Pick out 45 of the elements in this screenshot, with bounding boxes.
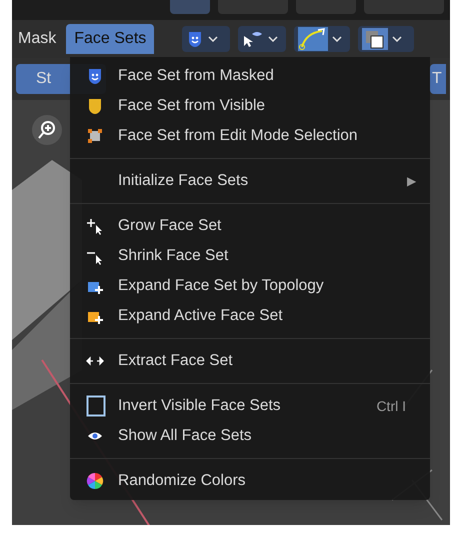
menu-item[interactable]: Randomize Colors [70,466,430,496]
chevron-icon [268,36,278,42]
menu-item-label: Shrink Face Set [118,246,228,266]
curve-icon [298,27,328,51]
menu-item[interactable]: Grow Face Set [70,211,430,241]
menu-item-label: Expand Active Face Set [118,306,283,326]
menu-item[interactable]: Expand Active Face Set [70,301,430,331]
cursor-eye-icon [242,30,264,48]
shortcut-label: Ctrl I [376,396,407,416]
curve-dropdown[interactable] [294,26,350,52]
menu-item-label: Randomize Colors [118,471,246,492]
menu-item-label: Initialize Face Sets [118,171,248,192]
invert-frame-icon [86,395,106,417]
menu-item-label: Invert Visible Face Sets [118,396,281,416]
plus-cursor-icon [86,217,104,235]
menu-item-label: Show All Face Sets [118,426,252,446]
submenu-arrow: ▶ [407,173,416,190]
menu-item-label: Extract Face Set [118,351,233,372]
toolbar-button[interactable]: T [430,64,446,94]
color-wheel-icon [86,472,104,490]
overlapping-squares-icon [362,28,388,50]
chevron-icon [208,36,218,42]
selection-cube-icon [86,127,104,145]
menu-item[interactable]: Invert Visible Face Sets Ctrl I [70,391,430,421]
menu-item-label: Expand Face Set by Topology [118,276,324,296]
menu-item[interactable]: Extract Face Set [70,346,430,376]
mask-icon [86,67,104,85]
menu-item-label: Face Set from Visible [118,96,266,116]
menu-item[interactable]: Face Set from Edit Mode Selection [70,121,430,151]
menu-item[interactable]: Initialize Face Sets ▶ [70,166,430,196]
chevron-icon [392,36,402,42]
shield-icon [86,97,104,115]
menu-label[interactable]: Mask [18,27,56,51]
menu-item-label: Grow Face Set [118,216,222,236]
menu-item[interactable]: Face Set from Visible [70,91,430,121]
mask-dropdown[interactable] [182,26,230,52]
overlay-dropdown[interactable] [358,26,414,52]
menu-item[interactable]: Show All Face Sets [70,421,430,451]
chevron-icon [332,36,342,42]
menu-item-label: Face Set from Edit Mode Selection [118,126,358,146]
menu-item[interactable]: Shrink Face Set [70,241,430,271]
visibility-dropdown[interactable] [238,26,286,52]
menu-button[interactable]: Face Sets [66,24,154,54]
menu-item[interactable]: Expand Face Set by Topology [70,271,430,301]
menu-item-label: Face Set from Masked [118,66,274,86]
